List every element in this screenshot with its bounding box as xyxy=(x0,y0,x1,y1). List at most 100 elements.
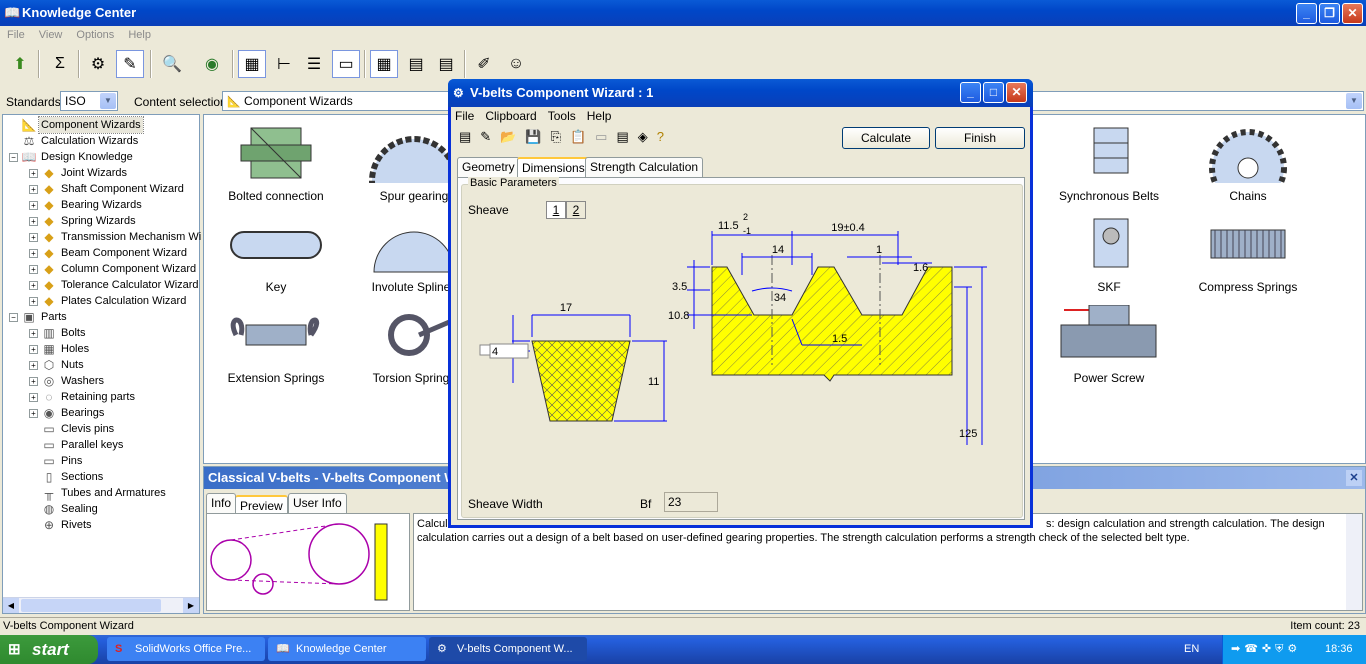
report-icon[interactable]: ▤ xyxy=(616,129,637,144)
calculate-button[interactable]: Calculate xyxy=(842,127,930,149)
tree-item[interactable]: + ◆ Shaft Component Wizard xyxy=(3,181,199,197)
tree-item[interactable]: + ◌ Retaining parts xyxy=(3,389,199,405)
tree-item[interactable]: + ◆ Bearing Wizards xyxy=(3,197,199,213)
sum-icon[interactable]: Σ xyxy=(46,50,74,78)
report-view-icon[interactable]: ▤ xyxy=(432,50,460,78)
horizontal-scrollbar[interactable]: ◀ ▶ xyxy=(3,597,199,613)
tab-user-info[interactable]: User Info xyxy=(288,493,347,513)
tree-item[interactable]: + ◆ Spring Wizards xyxy=(3,213,199,229)
globe-icon[interactable]: ◉ xyxy=(198,50,226,78)
gallery-item-compress[interactable]: Compress Springs xyxy=(1178,208,1318,294)
menu-view[interactable]: View xyxy=(32,27,70,43)
expand-icon[interactable]: + xyxy=(29,233,38,242)
expand-icon[interactable]: + xyxy=(29,265,38,274)
close-icon[interactable]: ✕ xyxy=(1346,470,1362,486)
expand-icon[interactable]: + xyxy=(29,201,38,210)
tree-item[interactable]: + ◆ Beam Component Wizard xyxy=(3,245,199,261)
start-button[interactable]: ⊞ start xyxy=(0,635,98,664)
gallery-item-extension[interactable]: Extension Springs xyxy=(206,299,346,385)
expand-icon[interactable]: + xyxy=(29,185,38,194)
tree-item[interactable]: ╥ Tubes and Armatures xyxy=(3,485,199,501)
tree-item[interactable]: ▭ Clevis pins xyxy=(3,421,199,437)
expand-icon[interactable]: + xyxy=(29,217,38,226)
copy-icon[interactable]: ⎘ xyxy=(551,129,570,144)
minimize-button[interactable]: _ xyxy=(1296,3,1317,24)
close-button[interactable]: ✕ xyxy=(1006,82,1027,103)
paste-icon[interactable]: 📋 xyxy=(570,129,595,144)
tab-dimensions[interactable]: Dimensions xyxy=(517,157,590,179)
task-knowledge-center[interactable]: 📖 Knowledge Center xyxy=(268,637,426,661)
tab-strength-calculation[interactable]: Strength Calculation xyxy=(585,157,704,177)
gallery-item-powerscrew[interactable]: Power Screw xyxy=(1039,299,1179,385)
tree-item[interactable]: + ◆ Tolerance Calculator Wizard xyxy=(3,277,199,293)
language-indicator[interactable]: EN xyxy=(1184,643,1199,655)
wizard-tool-icon[interactable]: ✎ xyxy=(116,50,144,78)
user-icon[interactable]: ☺ xyxy=(502,50,530,78)
expand-icon[interactable]: + xyxy=(29,281,38,290)
tree-item[interactable]: ▭ Pins xyxy=(3,453,199,469)
gallery-item-key[interactable]: Key xyxy=(206,208,346,294)
large-icons-icon[interactable]: ▦ xyxy=(238,50,266,78)
dialog-menu-help[interactable]: Help xyxy=(587,109,612,123)
tree-item[interactable]: 📐 Component Wizards xyxy=(3,116,199,134)
expand-icon[interactable]: + xyxy=(29,393,38,402)
tree-item[interactable]: + ◎ Washers xyxy=(3,373,199,389)
menu-help[interactable]: Help xyxy=(121,27,158,43)
menu-options[interactable]: Options xyxy=(69,27,121,43)
tree-item[interactable]: + ◆ Transmission Mechanism Wi xyxy=(3,229,201,245)
search-icon[interactable]: 🔍 xyxy=(158,50,186,78)
finish-button[interactable]: Finish xyxy=(935,127,1025,149)
tree-item[interactable]: + ▦ Holes xyxy=(3,341,199,357)
menu-file[interactable]: File xyxy=(0,27,32,43)
tree-item[interactable]: + ◆ Joint Wizards xyxy=(3,165,199,181)
tree-item[interactable]: − 📖 Design Knowledge xyxy=(3,149,199,165)
chevron-down-icon[interactable]: ▼ xyxy=(1346,93,1362,109)
expand-icon[interactable]: + xyxy=(29,409,38,418)
collapse-icon[interactable]: − xyxy=(9,313,18,322)
expand-icon[interactable]: + xyxy=(29,345,38,354)
tree-item[interactable]: + ▥ Bolts xyxy=(3,325,199,341)
tree-item[interactable]: + ◆ Plates Calculation Wizard xyxy=(3,293,199,309)
tree-item[interactable]: ◍ Sealing xyxy=(3,501,199,517)
standards-select[interactable]: ISO ▼ xyxy=(60,91,118,111)
tree-item[interactable]: ▭ Parallel keys xyxy=(3,437,199,453)
grid-view-icon[interactable]: ▦ xyxy=(370,50,398,78)
window-icon[interactable]: ▭ xyxy=(332,50,360,78)
gallery-item-chains[interactable]: Chains xyxy=(1178,117,1318,203)
close-button[interactable]: ✕ xyxy=(1342,3,1363,24)
list-view-icon[interactable]: ☰ xyxy=(300,50,328,78)
gallery-item-bolted[interactable]: Bolted connection xyxy=(206,117,346,203)
html-icon[interactable]: ◈ xyxy=(638,129,657,144)
tree-item[interactable]: + ◆ Column Component Wizard xyxy=(3,261,199,277)
tray-icons[interactable]: ➡☎✜⛨⚙ xyxy=(1231,642,1301,656)
maximize-button[interactable]: □ xyxy=(983,82,1004,103)
expand-icon[interactable]: + xyxy=(29,361,38,370)
collapse-icon[interactable]: − xyxy=(9,153,18,162)
dialog-menu-tools[interactable]: Tools xyxy=(548,109,576,123)
tree-item[interactable]: ⊕ Rivets xyxy=(3,517,199,533)
expand-icon[interactable]: + xyxy=(29,249,38,258)
expand-icon[interactable]: + xyxy=(29,377,38,386)
tree-item[interactable]: + ⬡ Nuts xyxy=(3,357,199,373)
dialog-menu-file[interactable]: File xyxy=(455,109,474,123)
tab-geometry[interactable]: Geometry xyxy=(457,157,520,177)
edit-icon[interactable]: ✐ xyxy=(470,50,498,78)
up-arrow-icon[interactable]: ⬆ xyxy=(6,50,34,78)
dialog-menu-clipboard[interactable]: Clipboard xyxy=(485,109,536,123)
help-icon[interactable]: ? xyxy=(657,129,673,144)
expand-icon[interactable]: + xyxy=(29,297,38,306)
sheave-width-field[interactable]: 23 xyxy=(664,492,718,512)
details-view-icon[interactable]: ▤ xyxy=(402,50,430,78)
task-solidworks[interactable]: S SolidWorks Office Pre... xyxy=(107,637,265,661)
new-icon[interactable]: ▤ xyxy=(459,129,480,144)
expand-icon[interactable]: + xyxy=(29,169,38,178)
maximize-button[interactable]: ❐ xyxy=(1319,3,1340,24)
tree-item[interactable]: + ◉ Bearings xyxy=(3,405,199,421)
chevron-down-icon[interactable]: ▼ xyxy=(100,93,116,109)
tree-view-icon[interactable]: ⊢ xyxy=(270,50,298,78)
table-icon[interactable]: ▭ xyxy=(595,129,616,144)
task-vbelts[interactable]: ⚙ V-belts Component W... xyxy=(429,637,587,661)
minimize-button[interactable]: _ xyxy=(960,82,981,103)
save-icon[interactable]: 💾 xyxy=(525,129,550,144)
tree-item[interactable]: ⚖ Calculation Wizards xyxy=(3,133,199,149)
